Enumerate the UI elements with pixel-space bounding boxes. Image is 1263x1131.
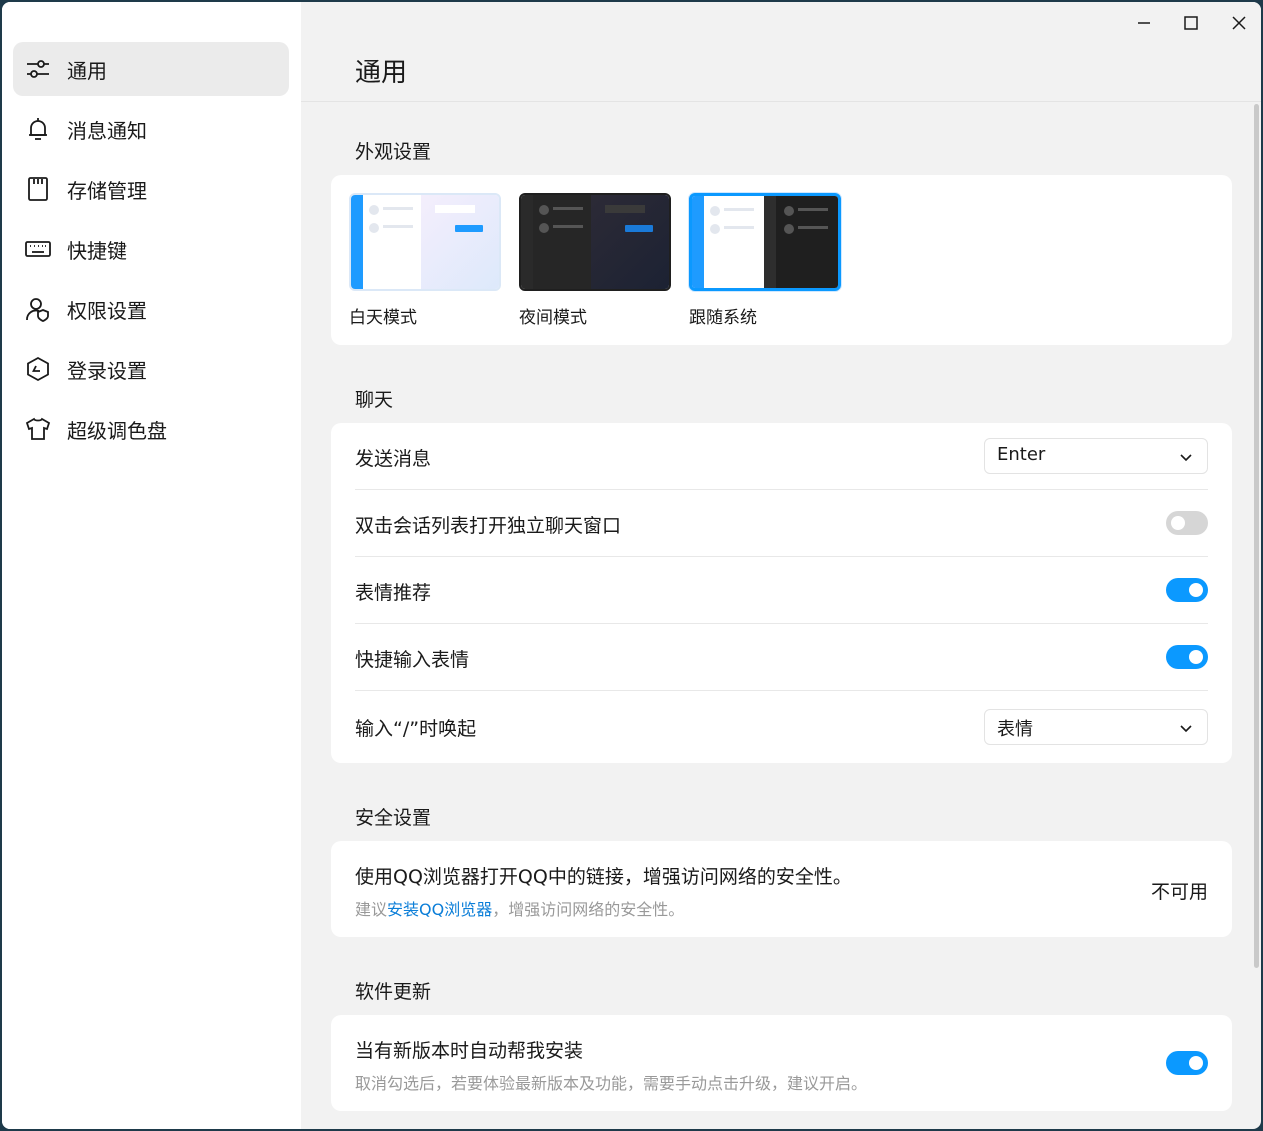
security-sub-prefix: 建议 bbox=[355, 900, 388, 919]
security-row: 使用QQ浏览器打开QQ中的链接，增强访问网络的安全性。 建议安装QQ浏览器，增强… bbox=[355, 841, 1208, 937]
minimize-button[interactable] bbox=[1126, 8, 1162, 38]
sidebar-item-label: 权限设置 bbox=[67, 298, 147, 323]
quick-emoji-label: 快捷输入表情 bbox=[355, 649, 470, 671]
theme-preview-system bbox=[689, 193, 841, 291]
bell-icon bbox=[29, 118, 47, 140]
theme-option-light[interactable]: 白天模式 bbox=[349, 193, 501, 328]
sidebar-item-label: 存储管理 bbox=[67, 178, 147, 203]
sidebar-item-label: 快捷键 bbox=[67, 238, 127, 263]
quick-emoji-toggle[interactable] bbox=[1166, 645, 1208, 669]
theme-label: 跟随系统 bbox=[689, 308, 757, 328]
sidebar-item-shortcuts[interactable]: 快捷键 bbox=[13, 222, 289, 276]
install-browser-link[interactable]: 安装QQ浏览器 bbox=[387, 900, 492, 919]
theme-preview-light bbox=[349, 193, 501, 291]
sidebar-item-label: 超级调色盘 bbox=[67, 418, 167, 443]
quick-emoji-row: 快捷输入表情 bbox=[355, 624, 1208, 691]
slash-invoke-row: 输入“/”时唤起 表情 bbox=[355, 691, 1208, 763]
sidebar-item-permissions[interactable]: 权限设置 bbox=[13, 282, 289, 336]
section-title-appearance: 外观设置 bbox=[355, 141, 432, 163]
chevron-down-icon bbox=[1180, 454, 1192, 462]
select-value: Enter bbox=[997, 444, 1046, 465]
double-click-toggle[interactable] bbox=[1166, 511, 1208, 535]
toggle-knob bbox=[1189, 1056, 1203, 1070]
security-main-text: 使用QQ浏览器打开QQ中的链接，增强访问网络的安全性。 bbox=[355, 866, 852, 888]
sidebar: 通用 消息通知 存储管理 快捷键 权限设置 登录设置 超级调色盘 bbox=[2, 2, 301, 1129]
sidebar-item-palette[interactable]: 超级调色盘 bbox=[13, 402, 289, 456]
theme-option-system[interactable]: 跟随系统 bbox=[689, 193, 841, 328]
emoji-recommend-toggle[interactable] bbox=[1166, 578, 1208, 602]
theme-label: 白天模式 bbox=[349, 308, 417, 328]
close-button[interactable] bbox=[1221, 8, 1257, 38]
sd-card-icon bbox=[28, 177, 48, 201]
double-click-row: 双击会话列表打开独立聊天窗口 bbox=[355, 490, 1208, 557]
emoji-recommend-row: 表情推荐 bbox=[355, 557, 1208, 624]
sidebar-item-label: 通用 bbox=[67, 58, 107, 83]
toggle-knob bbox=[1189, 583, 1203, 597]
auto-install-row: 当有新版本时自动帮我安装 取消勾选后，若要体验最新版本及功能，需要手动点击升级，… bbox=[355, 1015, 1208, 1111]
toggle-knob bbox=[1189, 650, 1203, 664]
auto-install-label: 当有新版本时自动帮我安装 bbox=[355, 1040, 584, 1062]
settings-window: 通用 消息通知 存储管理 快捷键 权限设置 登录设置 超级调色盘 通用 外观设置… bbox=[2, 2, 1261, 1129]
send-message-select[interactable]: Enter bbox=[984, 438, 1208, 474]
emoji-recommend-label: 表情推荐 bbox=[355, 582, 432, 604]
sidebar-item-notifications[interactable]: 消息通知 bbox=[13, 102, 289, 156]
slash-invoke-label: 输入“/”时唤起 bbox=[355, 718, 477, 740]
keyboard-icon bbox=[25, 241, 51, 257]
scrollbar[interactable] bbox=[1254, 104, 1259, 968]
sidebar-item-storage[interactable]: 存储管理 bbox=[13, 162, 289, 216]
close-icon bbox=[1232, 16, 1246, 30]
theme-option-dark[interactable]: 夜间模式 bbox=[519, 193, 671, 328]
security-sub-suffix: ，增强访问网络的安全性。 bbox=[492, 900, 685, 919]
section-title-chat: 聊天 bbox=[355, 389, 394, 411]
auto-install-sub: 取消勾选后，若要体验最新版本及功能，需要手动点击升级，建议开启。 bbox=[355, 1074, 868, 1093]
select-value: 表情 bbox=[997, 719, 1033, 740]
sidebar-item-login[interactable]: 登录设置 bbox=[13, 342, 289, 396]
chat-card: 发送消息 Enter 双击会话列表打开独立聊天窗口 表情推荐 快捷输入表情 输入… bbox=[331, 423, 1232, 763]
send-message-label: 发送消息 bbox=[355, 448, 432, 470]
sidebar-item-label: 登录设置 bbox=[67, 358, 147, 383]
security-status: 不可用 bbox=[1150, 881, 1208, 903]
double-click-label: 双击会话列表打开独立聊天窗口 bbox=[355, 515, 622, 537]
chevron-down-icon bbox=[1180, 725, 1192, 733]
tshirt-icon bbox=[25, 417, 51, 440]
header: 通用 bbox=[301, 2, 1261, 102]
update-card: 当有新版本时自动帮我安装 取消勾选后，若要体验最新版本及功能，需要手动点击升级，… bbox=[331, 1015, 1232, 1111]
maximize-icon bbox=[1184, 16, 1198, 30]
maximize-button[interactable] bbox=[1173, 8, 1209, 38]
slash-invoke-select[interactable]: 表情 bbox=[984, 709, 1208, 745]
page-title: 通用 bbox=[355, 58, 408, 88]
security-sub-text: 建议安装QQ浏览器，增强访问网络的安全性。 bbox=[355, 896, 684, 920]
sliders-icon bbox=[27, 60, 49, 78]
security-card: 使用QQ浏览器打开QQ中的链接，增强访问网络的安全性。 建议安装QQ浏览器，增强… bbox=[331, 841, 1232, 937]
sidebar-item-general[interactable]: 通用 bbox=[13, 42, 289, 96]
settings-content: 外观设置 白天模式 夜间模式 跟随系统 聊天 发送消息 Enter 双击会话列表… bbox=[301, 103, 1261, 1129]
minimize-icon bbox=[1138, 22, 1150, 24]
section-title-security: 安全设置 bbox=[355, 807, 432, 829]
send-message-row: 发送消息 Enter bbox=[355, 423, 1208, 490]
toggle-knob bbox=[1171, 516, 1185, 530]
hexagon-check-icon bbox=[27, 356, 49, 382]
main-panel: 通用 外观设置 白天模式 夜间模式 跟随系统 聊天 发送消息 Enter 双击会… bbox=[301, 2, 1261, 1129]
theme-preview-dark bbox=[519, 193, 671, 291]
appearance-card: 白天模式 夜间模式 跟随系统 bbox=[331, 175, 1232, 345]
user-shield-icon bbox=[26, 298, 49, 322]
sidebar-item-label: 消息通知 bbox=[67, 118, 147, 143]
section-title-update: 软件更新 bbox=[355, 981, 432, 1003]
theme-label: 夜间模式 bbox=[519, 308, 587, 328]
auto-install-toggle[interactable] bbox=[1166, 1051, 1208, 1075]
